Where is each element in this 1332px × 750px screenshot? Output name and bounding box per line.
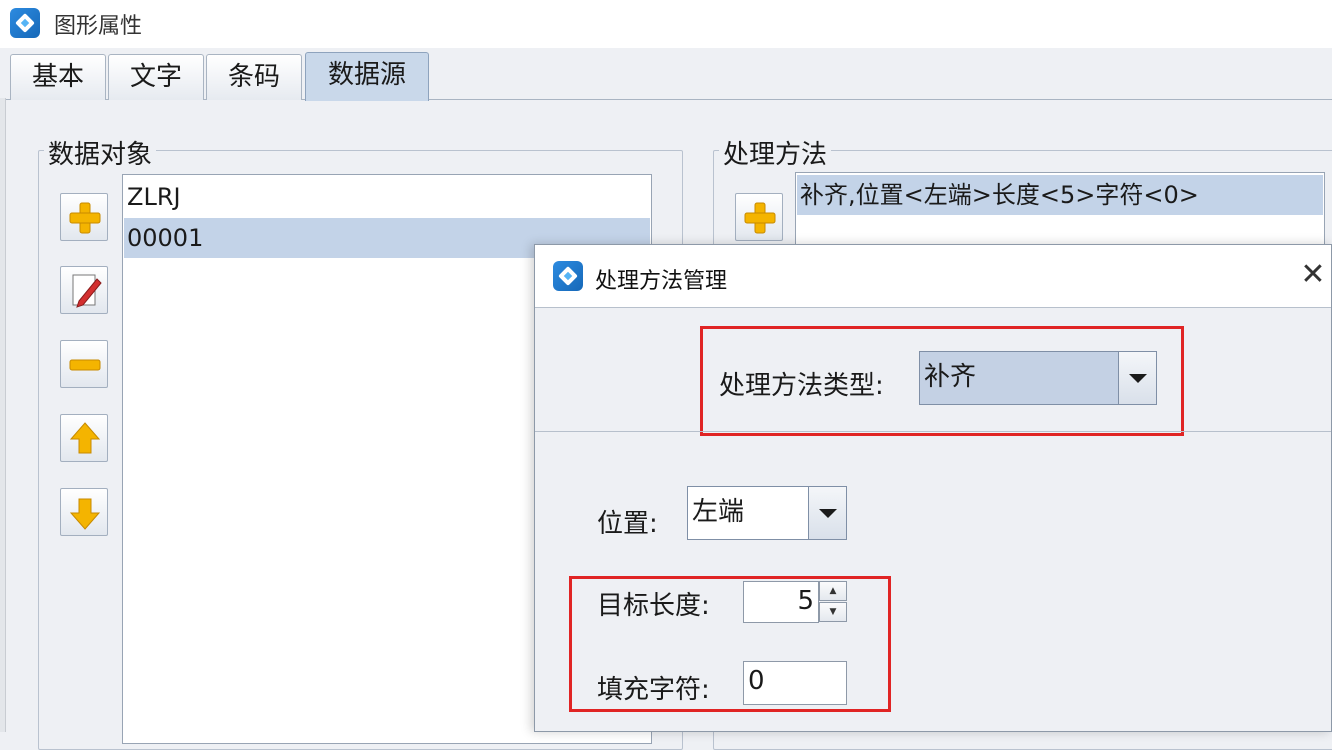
target-length-label: 目标长度:	[597, 591, 710, 621]
position-value: 左端	[692, 497, 745, 527]
type-combo[interactable]: 补齐	[919, 351, 1157, 405]
tab-strip: 基本 文字 条码 数据源	[0, 50, 1332, 101]
fill-char-input[interactable]: 0	[743, 661, 847, 705]
spin-down-button[interactable]: ▼	[819, 602, 847, 622]
tab-text[interactable]: 文字	[108, 54, 204, 100]
window-titlebar: 图形属性	[0, 0, 1332, 48]
dialog-title-divider	[535, 307, 1331, 308]
edit-data-object-button[interactable]	[60, 266, 108, 314]
dialog-title: 处理方法管理	[595, 269, 728, 294]
add-processing-button[interactable]	[735, 193, 783, 241]
tab-basic[interactable]: 基本	[10, 54, 106, 100]
close-icon[interactable]: ✕	[1299, 260, 1327, 290]
move-down-button[interactable]	[60, 488, 108, 536]
window-left-edge	[0, 98, 6, 732]
target-length-input[interactable]: 5	[743, 581, 819, 623]
app-logo-icon	[553, 261, 583, 291]
processing-legend: 处理方法	[719, 134, 832, 171]
edit-icon	[61, 267, 109, 315]
tab-datasource[interactable]: 数据源	[305, 52, 429, 101]
list-item-selected[interactable]: 补齐,位置<左端>长度<5>字符<0>	[797, 175, 1323, 215]
app-logo-icon	[10, 8, 40, 38]
move-up-button[interactable]	[60, 414, 108, 462]
fill-char-label: 填充字符:	[597, 675, 710, 705]
add-icon	[736, 194, 784, 242]
dialog-titlebar: 处理方法管理 ✕	[535, 245, 1331, 307]
chevron-down-icon[interactable]	[808, 487, 846, 539]
type-value: 补齐	[924, 362, 977, 392]
tab-barcode[interactable]: 条码	[206, 54, 302, 100]
position-label: 位置:	[597, 509, 658, 539]
section-divider	[535, 431, 1331, 432]
chevron-down-icon[interactable]	[1118, 352, 1156, 404]
processing-method-dialog: 处理方法管理 ✕ 处理方法类型: 补齐 位置: 左端 目标长度: 5 ▲ ▼ 填…	[534, 244, 1332, 732]
data-objects-legend: 数据对象	[44, 134, 157, 171]
processing-list[interactable]: 补齐,位置<左端>长度<5>字符<0>	[795, 172, 1325, 252]
list-item[interactable]: ZLRJ	[124, 177, 650, 217]
move-down-icon	[61, 489, 109, 537]
remove-data-object-button[interactable]	[60, 340, 108, 388]
move-up-icon	[61, 415, 109, 463]
type-label: 处理方法类型:	[719, 371, 884, 401]
position-combo[interactable]: 左端	[687, 486, 847, 540]
window-title: 图形属性	[54, 14, 143, 39]
remove-icon	[61, 341, 109, 389]
add-data-object-button[interactable]	[60, 193, 108, 241]
spin-up-button[interactable]: ▲	[819, 581, 847, 601]
add-icon	[61, 194, 109, 242]
